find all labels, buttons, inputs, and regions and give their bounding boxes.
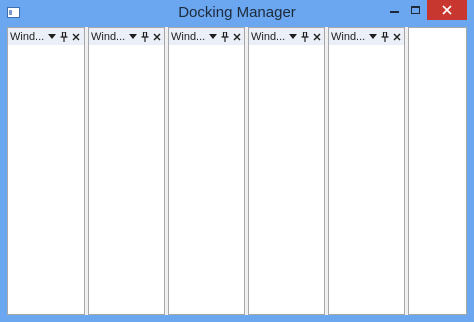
dropdown-icon[interactable] (369, 32, 378, 42)
dock-pane[interactable]: Wind... (328, 27, 405, 315)
pane-header[interactable]: Wind... (169, 28, 244, 45)
dock-pane[interactable]: Wind... (88, 27, 165, 315)
close-icon[interactable] (72, 32, 80, 42)
dropdown-icon[interactable] (289, 32, 298, 42)
maximize-icon (410, 6, 420, 14)
pane-header[interactable]: Wind... (89, 28, 164, 45)
docking-area: Wind... Wind... Wind... Wind... Wind... (7, 27, 467, 315)
pane-title: Wind... (251, 30, 286, 43)
close-icon[interactable] (233, 32, 241, 42)
title-bar[interactable]: Docking Manager (0, 0, 474, 26)
pane-title: Wind... (10, 30, 45, 43)
app-window: Docking Manager Wind... Wind... Wind... … (0, 0, 474, 322)
dock-pane[interactable]: Wind... (248, 27, 325, 315)
close-icon[interactable] (153, 32, 161, 42)
maximize-button[interactable] (403, 0, 427, 20)
close-button[interactable] (427, 0, 467, 20)
close-icon[interactable] (313, 32, 321, 42)
pane-title: Wind... (331, 30, 366, 43)
dropdown-icon[interactable] (129, 32, 138, 42)
pane-header[interactable]: Wind... (249, 28, 324, 45)
document-area[interactable] (408, 27, 467, 315)
pane-title: Wind... (171, 30, 206, 43)
pin-icon[interactable] (60, 31, 68, 42)
dropdown-icon[interactable] (48, 32, 57, 42)
pin-icon[interactable] (221, 31, 229, 42)
close-icon (442, 5, 452, 15)
pin-icon[interactable] (301, 31, 309, 42)
close-icon[interactable] (393, 32, 401, 42)
pin-icon[interactable] (141, 31, 149, 42)
dropdown-icon[interactable] (209, 32, 218, 42)
pane-header[interactable]: Wind... (8, 28, 84, 45)
pane-header[interactable]: Wind... (329, 28, 404, 45)
dock-pane[interactable]: Wind... (168, 27, 245, 315)
pin-icon[interactable] (381, 31, 389, 42)
pane-title: Wind... (91, 30, 126, 43)
dock-pane[interactable]: Wind... (7, 27, 85, 315)
